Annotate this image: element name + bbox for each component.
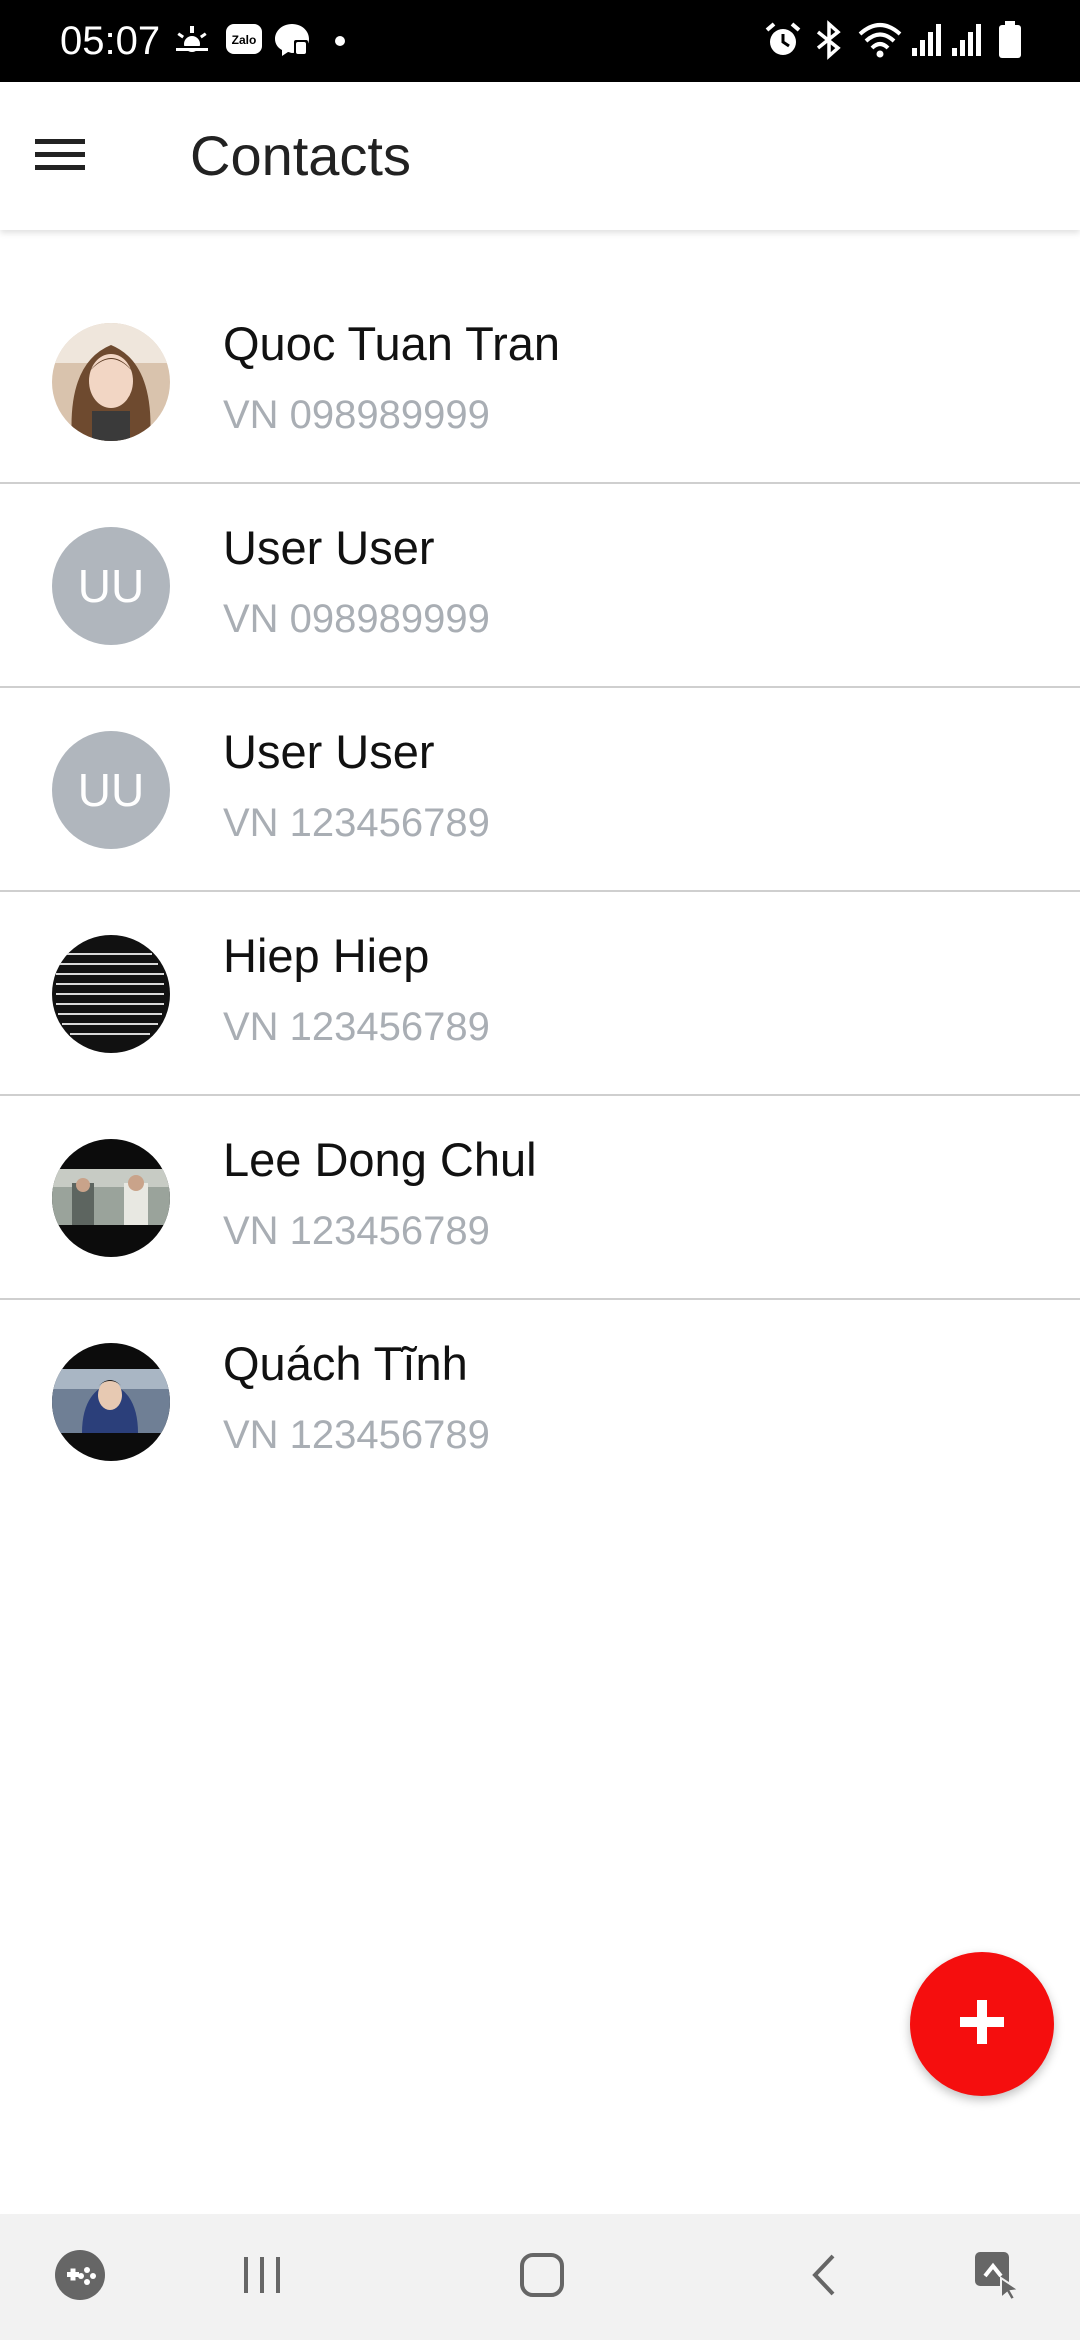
contact-phone: VN 123456789	[223, 1413, 490, 1457]
menu-button[interactable]	[22, 118, 98, 194]
home-button[interactable]	[504, 2239, 580, 2315]
game-launcher-button[interactable]	[42, 2239, 118, 2315]
recent-apps-button[interactable]	[224, 2239, 300, 2315]
zalo-icon-label: Zalo	[232, 33, 257, 47]
assistant-touch-button[interactable]	[960, 2239, 1036, 2315]
avatar	[52, 1139, 170, 1257]
app-bar: Contacts	[0, 82, 1080, 230]
avatar	[52, 323, 170, 441]
contact-row[interactable]: Lee Dong Chul VN 123456789	[0, 1096, 1080, 1300]
wifi-icon	[858, 20, 902, 65]
alarm-icon	[764, 20, 802, 65]
status-bar: 05:07 Zalo	[0, 0, 1080, 82]
contact-phone: VN 098989999	[223, 597, 490, 641]
battery-icon	[996, 20, 1024, 65]
weather-sunrise-icon	[172, 20, 212, 65]
contact-list: Quoc Tuan Tran VN 098989999 UU User User…	[0, 280, 1080, 1504]
plus-icon	[958, 1998, 1006, 2051]
avatar	[52, 1343, 170, 1461]
messenger-icon	[272, 20, 312, 65]
contact-row[interactable]: UU User User VN 123456789	[0, 688, 1080, 892]
add-contact-button[interactable]	[910, 1952, 1054, 2096]
home-icon	[519, 2252, 565, 2303]
contact-row[interactable]: UU User User VN 098989999	[0, 484, 1080, 688]
avatar: UU	[52, 731, 170, 849]
status-time: 05:07	[60, 19, 161, 63]
page-title: Contacts	[190, 124, 411, 187]
hamburger-menu-icon	[33, 134, 87, 179]
contact-phone: VN 123456789	[223, 1209, 490, 1253]
contact-row[interactable]: Quách Tĩnh VN 123456789	[0, 1300, 1080, 1504]
contact-phone: VN 123456789	[223, 1005, 490, 1049]
contact-name: Hiep Hiep	[223, 929, 430, 982]
contact-name: Quách Tĩnh	[223, 1337, 468, 1390]
assistant-touch-icon	[971, 2248, 1025, 2307]
contact-name: Quoc Tuan Tran	[223, 317, 561, 370]
zalo-icon: Zalo	[224, 20, 264, 65]
recent-apps-icon	[240, 2255, 284, 2300]
avatar: UU	[52, 527, 170, 645]
game-launcher-icon	[53, 2248, 107, 2307]
contact-row[interactable]: Hiep Hiep VN 123456789	[0, 892, 1080, 1096]
bluetooth-icon	[814, 20, 844, 65]
contact-phone: VN 123456789	[223, 801, 490, 845]
signal-icon	[950, 20, 986, 65]
back-button[interactable]	[786, 2239, 862, 2315]
avatar	[52, 935, 170, 1053]
contact-name: User User	[223, 521, 435, 574]
signal-icon	[910, 20, 946, 65]
contact-phone: VN 098989999	[223, 393, 490, 437]
dot-icon	[334, 34, 346, 52]
contact-name: User User	[223, 725, 435, 778]
navigation-bar	[0, 2214, 1080, 2340]
contact-row[interactable]: Quoc Tuan Tran VN 098989999	[0, 280, 1080, 484]
back-icon	[809, 2252, 839, 2303]
contact-name: Lee Dong Chul	[223, 1133, 537, 1186]
